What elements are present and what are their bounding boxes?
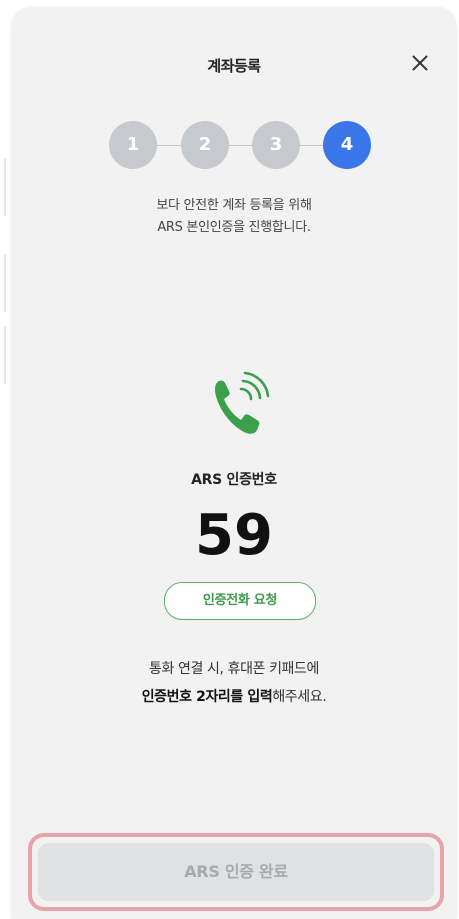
background-edge <box>4 254 11 312</box>
phone-ringing-icon <box>211 369 271 439</box>
guide-line-2: 인증번호 2자리를 입력해주세요. <box>11 683 457 711</box>
keypad-guide-text: 통화 연결 시, 휴대폰 키패드에 인증번호 2자리를 입력해주세요. <box>11 655 457 711</box>
step-3: 3 <box>252 121 300 169</box>
step-1: 1 <box>109 121 157 169</box>
description-line-1: 보다 안전한 계좌 등록을 위해 <box>156 198 312 213</box>
close-icon[interactable] <box>405 48 435 78</box>
step-4-current: 4 <box>323 121 371 169</box>
guide-line-2-rest: 해주세요. <box>272 689 327 705</box>
step-connector-line <box>133 145 347 146</box>
ars-code-label: ARS 인증번호 <box>191 472 277 488</box>
background-edge <box>4 158 11 216</box>
step-indicator: 1 2 3 4 <box>109 121 373 171</box>
step-description: 보다 안전한 계좌 등록을 위해 ARS 본인인증을 진행합니다. <box>11 195 457 239</box>
ars-code-value: 59 <box>195 503 273 568</box>
modal-title: 계좌등록 <box>207 57 261 75</box>
guide-line-1: 통화 연결 시, 휴대폰 키패드에 <box>148 661 319 677</box>
complete-button-highlight: ARS 인증 완료 <box>28 833 444 911</box>
step-2: 2 <box>181 121 229 169</box>
screen: 계좌등록 1 2 3 4 보다 안전한 계좌 등록을 위해 ARS 본인인증을 … <box>0 0 459 919</box>
description-line-2: ARS 본인인증을 진행합니다. <box>157 220 311 235</box>
account-registration-modal: 계좌등록 1 2 3 4 보다 안전한 계좌 등록을 위해 ARS 본인인증을 … <box>11 7 457 919</box>
guide-emphasis: 인증번호 2자리를 입력 <box>141 689 273 705</box>
request-call-button[interactable]: 인증전화 요청 <box>164 582 316 620</box>
ars-complete-button[interactable]: ARS 인증 완료 <box>38 843 434 901</box>
background-edge <box>4 326 11 384</box>
